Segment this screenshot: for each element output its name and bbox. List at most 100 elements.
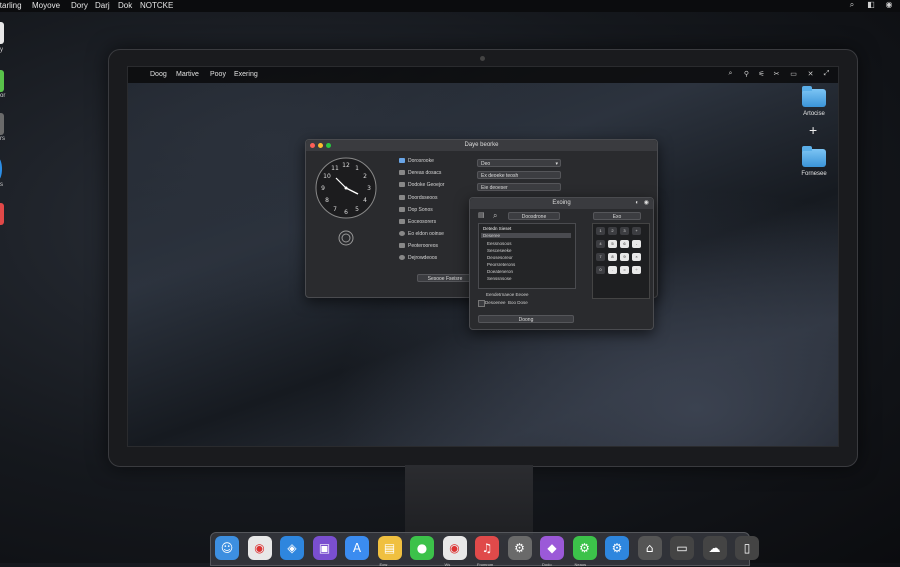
sidebar-item-9[interactable]: Dejrowdeoos [399,255,437,261]
tool-icon[interactable]: ✂ [772,70,781,79]
left-app-label-3: rs [0,136,5,142]
settings-icon[interactable]: ⚙ [507,536,532,560]
sidebar-item-2[interactable]: Dereas dosacs [399,170,441,176]
list-item-5[interactable]: Doeateneron [487,269,513,274]
close-icon[interactable]: ◉ [644,198,649,209]
expand-icon[interactable]: ⤢ [822,70,831,79]
sidebar-item-3[interactable]: Dodoke Geoejor [399,182,444,188]
list-item-3[interactable]: Deosesoreor [487,255,513,260]
add-icon[interactable]: + [809,122,817,138]
inner-menu-item-3[interactable]: Pooy [210,71,226,78]
keypad-key-7[interactable]: 7 [596,253,605,261]
wifi-icon[interactable]: ⚟ [757,70,766,79]
power-icon[interactable] [338,230,354,246]
keypad-key-3[interactable]: 3 [620,227,629,235]
search-icon[interactable]: ⌕ [847,0,857,10]
keypad-key-2[interactable]: 2 [608,227,617,235]
search-button[interactable]: Doosdrone [508,212,560,220]
gamepad-icon[interactable]: ▭ [670,536,694,560]
inner-menu-item-4[interactable]: Exering [234,71,258,78]
second-bottom-button[interactable]: Doong [478,315,574,323]
menu-item-1[interactable]: Moyove [32,1,60,10]
menu-item-4[interactable]: Dok [118,1,132,10]
left-app-label-2: or [0,93,6,99]
keypad-key-9[interactable]: 9 [620,253,629,261]
podcast-icon[interactable]: ◆ [540,536,564,560]
left-app-icon-1[interactable] [0,22,4,44]
keypad-key-divide[interactable]: ÷ [632,266,641,274]
safari-icon[interactable]: ◈ [280,536,304,560]
maximize-button[interactable] [326,143,331,148]
siri-icon[interactable]: ◉ [884,0,894,10]
list-header: Detedn Sieset [483,226,512,231]
sidebar-item-4[interactable]: Doordsseoos [399,195,437,201]
keypad-key-minus[interactable]: - [632,240,641,248]
sidebar-item-6[interactable]: Eoceosorers [399,219,436,225]
keypad-key-equals[interactable]: = [620,266,629,274]
close-icon[interactable]: ✕ [806,70,815,79]
list-item-selected[interactable]: Deseree [481,233,571,238]
trash-icon[interactable]: ▯ [735,536,759,560]
left-app-icon-4[interactable] [0,158,2,180]
files-icon[interactable]: ▤ [377,536,402,560]
search-icon[interactable]: ⌕ [493,211,497,221]
list-item-2[interactable]: Sesceseeke [487,248,512,253]
keyboard-icon[interactable]: ▭ [789,70,798,79]
keypad-key-4[interactable]: 4 [596,240,605,248]
appstore-icon[interactable]: A [345,536,369,560]
monitor-stand [405,465,533,535]
control-center-icon[interactable]: ◧ [866,0,876,10]
left-app-icon-3[interactable] [0,113,4,135]
desktop-folder-icon-2[interactable] [802,146,826,167]
keypad-key-5[interactable]: 5 [608,240,617,248]
chrome2-icon[interactable]: ◉ [442,536,467,560]
menu-app-name[interactable]: itarling [0,1,22,10]
menu-item-2[interactable]: Dory [71,1,88,10]
music-icon[interactable]: ♫ [475,536,499,560]
keypad-key-0[interactable]: 0 [596,266,605,274]
top-right-button[interactable]: Exo [593,212,641,220]
menu-item-5[interactable]: NOTCKE [140,1,173,10]
setting-field-2[interactable]: Ex deoeke teosh [477,171,561,179]
keypad-key-8[interactable]: 8 [608,253,617,261]
desktop-folder-icon[interactable] [802,86,826,107]
inner-menu-item-1[interactable]: Doog [150,71,167,78]
home-icon[interactable]: ⌂ [637,536,662,560]
keypad-key-plus[interactable]: + [632,227,641,235]
main-window-titlebar: Daye beorke [306,140,657,151]
window-option-icon[interactable]: ◐ [635,198,639,209]
sidebar-item-5[interactable]: Dop Sonos [399,207,433,213]
setting-field-3[interactable]: Eie deoeser [477,183,561,191]
sidebar-item-7[interactable]: Eo eldon ooinse [399,231,444,237]
search-icon[interactable]: ⌕ [726,70,735,79]
keypad-key-1[interactable]: 1 [596,227,605,235]
left-app-label-4: s [0,182,3,188]
inner-menu-item-2[interactable]: Martive [176,71,199,78]
gear-green-icon[interactable]: ⚙ [572,536,597,560]
minimize-button[interactable] [318,143,323,148]
checkbox-1[interactable] [478,300,485,307]
list-item-1[interactable]: Eessnosoos [487,241,512,246]
setting-field-1[interactable]: Deo ▾ [477,159,561,167]
spotlight-icon[interactable]: ⚲ [742,70,751,79]
desktop-folder-label-2: Fornesee [801,171,827,177]
left-app-icon-2[interactable] [0,70,4,92]
keypad-key-6[interactable]: 6 [620,240,629,248]
close-button[interactable] [310,143,315,148]
keypad-key-dot[interactable]: . [608,266,617,274]
messages-icon[interactable]: ● [410,536,434,560]
sidebar-toggle-icon[interactable]: ▤ [478,211,485,219]
chrome-icon[interactable]: ◉ [247,536,272,560]
wallet-icon[interactable]: ▣ [312,536,337,560]
menu-item-3[interactable]: Darj [95,1,110,10]
main-bottom-button[interactable]: Sesooe Fseisre [417,274,473,282]
list-item-4[interactable]: Peorsreterons [487,262,515,267]
finder-icon[interactable]: ☺ [215,536,239,560]
keypad-key-multiply[interactable]: × [632,253,641,261]
sidebar-item-8[interactable]: Peoterooreos [399,243,438,249]
cloud-icon[interactable]: ☁ [702,536,727,560]
list-item-6[interactable]: Senssnsose [487,276,512,281]
left-app-icon-5[interactable] [0,203,4,225]
sidebar-item-1[interactable]: Dorosrooke [399,158,434,164]
gear-blue-icon[interactable]: ⚙ [605,536,629,560]
